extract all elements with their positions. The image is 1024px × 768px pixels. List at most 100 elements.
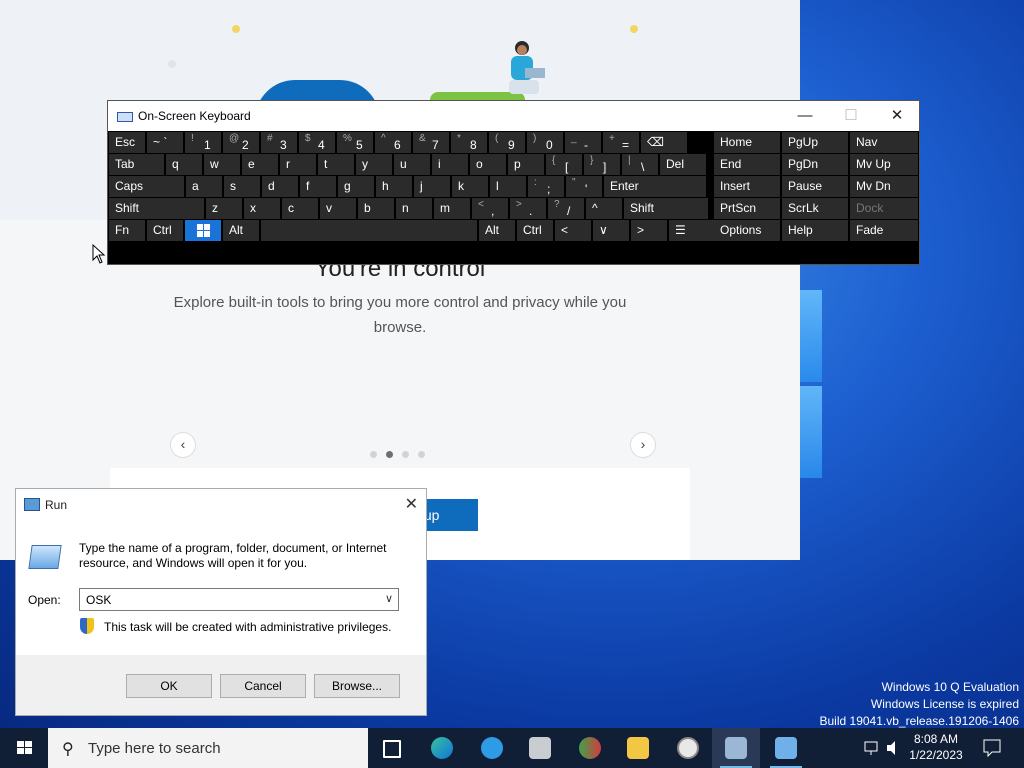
key--[interactable]: {[ [546, 154, 582, 175]
key-scrlk[interactable]: ScrLk [782, 198, 848, 219]
run-close-button[interactable]: ✕ [405, 494, 418, 514]
key-i[interactable]: i [432, 154, 468, 175]
key-o[interactable]: o [470, 154, 506, 175]
key-pgup[interactable]: PgUp [782, 132, 848, 153]
taskbar-file-explorer[interactable] [614, 728, 662, 768]
key-g[interactable]: g [338, 176, 374, 197]
key-9[interactable]: (9 [489, 132, 525, 153]
key-mv-dn[interactable]: Mv Dn [850, 176, 918, 197]
key--[interactable]: ∨ [593, 220, 629, 241]
ok-button[interactable]: OK [126, 674, 212, 698]
browse-button[interactable]: Browse... [314, 674, 400, 698]
chevron-down-icon[interactable]: ∨ [385, 592, 393, 605]
key--[interactable]: _ - [565, 132, 601, 153]
key--[interactable]: > [631, 220, 667, 241]
previous-slide-button[interactable]: ‹ [170, 432, 196, 458]
taskbar-run[interactable] [762, 728, 810, 768]
key-options[interactable]: Options [714, 220, 780, 241]
key-t[interactable]: t [318, 154, 354, 175]
slide-dot-active[interactable] [386, 451, 393, 458]
cancel-button[interactable]: Cancel [220, 674, 306, 698]
taskbar-search-box[interactable]: ⚲ Type here to search [48, 728, 368, 768]
key-d[interactable]: d [262, 176, 298, 197]
key-6[interactable]: ^ 6 [375, 132, 411, 153]
key-v[interactable]: v [320, 198, 356, 219]
key-windows[interactable] [185, 220, 221, 241]
key-tab[interactable]: Tab [109, 154, 164, 175]
key-j[interactable]: j [414, 176, 450, 197]
key-home[interactable]: Home [714, 132, 780, 153]
key--[interactable]: | \ [622, 154, 658, 175]
key-ctrl[interactable]: Ctrl [517, 220, 553, 241]
key-w[interactable]: w [204, 154, 240, 175]
key-insert[interactable]: Insert [714, 176, 780, 197]
key-s[interactable]: s [224, 176, 260, 197]
key--[interactable]: ? / [548, 198, 584, 219]
slide-dot[interactable] [402, 451, 409, 458]
key-del[interactable]: Del [660, 154, 706, 175]
key-8[interactable]: * 8 [451, 132, 487, 153]
key-caps[interactable]: Caps [109, 176, 184, 197]
key-esc[interactable]: Esc [109, 132, 145, 153]
key-1[interactable]: ! 1 [185, 132, 221, 153]
network-icon[interactable] [862, 728, 882, 768]
key-r[interactable]: r [280, 154, 316, 175]
key-5[interactable]: % 5 [337, 132, 373, 153]
key-enter[interactable]: Enter [604, 176, 706, 197]
run-titlebar[interactable]: Run ✕ [16, 489, 426, 519]
next-slide-button[interactable]: › [630, 432, 656, 458]
key-alt[interactable]: Alt [479, 220, 515, 241]
volume-icon[interactable] [884, 728, 904, 768]
key--[interactable]: " ' [566, 176, 602, 197]
taskbar-edge[interactable] [418, 728, 466, 768]
key-m[interactable]: m [434, 198, 470, 219]
key-h[interactable]: h [376, 176, 412, 197]
key-x[interactable]: x [244, 198, 280, 219]
key-shift[interactable]: Shift [624, 198, 708, 219]
taskbar-app-blue[interactable] [468, 728, 516, 768]
key-prtscn[interactable]: PrtScn [714, 198, 780, 219]
start-button[interactable] [0, 728, 48, 768]
key-pause[interactable]: Pause [782, 176, 848, 197]
open-combobox[interactable]: OSK ∨ [79, 588, 399, 611]
key-end[interactable]: End [714, 154, 780, 175]
slide-dot[interactable] [370, 451, 377, 458]
taskbar-clock-app[interactable] [664, 728, 712, 768]
key-3[interactable]: #3 [261, 132, 297, 153]
key-n[interactable]: n [396, 198, 432, 219]
key-f[interactable]: f [300, 176, 336, 197]
key--[interactable]: ~ ` [147, 132, 183, 153]
key-mv-up[interactable]: Mv Up [850, 154, 918, 175]
key--[interactable]: >. [510, 198, 546, 219]
key-help[interactable]: Help [782, 220, 848, 241]
key-fade[interactable]: Fade [850, 220, 918, 241]
key-space[interactable] [261, 220, 477, 241]
key-p[interactable]: p [508, 154, 544, 175]
key--[interactable]: < [555, 220, 591, 241]
key-alt[interactable]: Alt [223, 220, 259, 241]
taskbar-users[interactable] [566, 728, 614, 768]
close-button[interactable]: ✕ [874, 101, 920, 131]
task-view-button[interactable] [368, 728, 416, 768]
key-7[interactable]: & 7 [413, 132, 449, 153]
key-4[interactable]: $4 [299, 132, 335, 153]
key-ctrl[interactable]: Ctrl [147, 220, 183, 241]
key--[interactable]: }] [584, 154, 620, 175]
key--[interactable]: ^ [586, 198, 622, 219]
minimize-button[interactable]: — [782, 101, 828, 131]
taskbar-osk[interactable] [712, 728, 760, 768]
maximize-button[interactable]: ☐ [828, 101, 874, 131]
open-input[interactable]: OSK [86, 593, 111, 607]
key-0[interactable]: ) 0 [527, 132, 563, 153]
key-nav[interactable]: Nav [850, 132, 918, 153]
key-pgdn[interactable]: PgDn [782, 154, 848, 175]
key--[interactable]: <, [472, 198, 508, 219]
key-e[interactable]: e [242, 154, 278, 175]
notification-icon[interactable] [980, 728, 1004, 768]
key-shift[interactable]: Shift [109, 198, 204, 219]
key-2[interactable]: @2 [223, 132, 259, 153]
key-a[interactable]: a [186, 176, 222, 197]
key-b[interactable]: b [358, 198, 394, 219]
key--[interactable]: ⌫ [641, 132, 687, 153]
taskbar-printer[interactable] [516, 728, 564, 768]
